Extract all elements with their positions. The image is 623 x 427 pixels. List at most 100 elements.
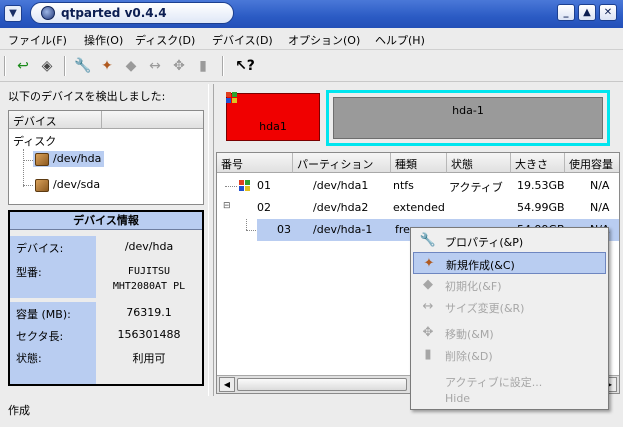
info-label: セクタ長: [10,324,96,346]
device-tree[interactable]: デバイス ディスク /dev/hda /dev/sda [8,110,204,205]
info-row: デバイス: /dev/hda [10,236,202,258]
menu-item-hide[interactable]: Hide [413,388,606,410]
toolbar: ↩ ◈ 🔧 ✦ ◆ ↔ ✥ ▮ ↖? [0,50,623,82]
info-row: 容量 (MB): 76319.1 [10,302,202,324]
menu-item-delete[interactable]: ▮ 削除(&D) [413,344,606,366]
menu-device[interactable]: デバイス(D) [212,32,273,48]
menu-item-format[interactable]: ◆ 初期化(&F) [413,274,606,296]
window-menu-button[interactable]: ▼ [4,5,22,22]
info-value: 利用可 [132,352,166,365]
column-header-number[interactable]: 番号 [217,153,293,173]
context-menu: 🔧 プロパティ(&P) ✦ 新規作成(&C) ◆ 初期化(&F) ↔ サイズ変更… [410,227,609,410]
partition-block-label: hda1 [259,120,287,133]
device-info-panel: デバイス情報 デバイス: /dev/hda 型番: FUJITSU MHT2080… [8,210,204,386]
tree-header: デバイス [9,111,203,129]
hard-disk-icon [35,178,49,192]
table-row[interactable]: ⊟ 02 /dev/hda2 extended 54.99GB N/A [217,197,619,219]
cell-state: アクティブ [449,181,503,194]
undo-icon[interactable]: ↩ [12,55,34,77]
close-button[interactable]: ✕ [599,4,617,21]
toolbar-separator [64,56,66,76]
eraser-icon[interactable]: ◆ [120,55,142,77]
info-label: 容量 (MB): [10,302,96,324]
hard-disk-icon [35,152,49,166]
scroll-left-button[interactable]: ◀ [219,377,235,392]
cell-number: 02 [257,201,271,214]
column-header-partition[interactable]: パーティション [293,153,391,173]
cell-number: 03 [277,223,291,236]
new-partition-icon[interactable]: ✦ [96,55,118,77]
column-header-state[interactable]: 状態 [447,153,511,173]
tree-root-disk[interactable]: ディスク [13,133,56,149]
device-info-title: デバイス情報 [10,212,202,230]
maximize-button[interactable]: ▲ [578,4,596,21]
menu-operations[interactable]: 操作(O) [84,32,123,48]
move-icon: ✥ [422,325,434,340]
title-bar: ▼ qtparted v0.4.4 _ ▲ ✕ [0,0,623,28]
windows-logo-icon [226,92,238,104]
title-pill: qtparted v0.4.4 [30,2,234,24]
menu-file[interactable]: ファイル(F) [8,32,67,48]
cell-used: N/A [590,179,610,192]
cell-size: 54.99GB [517,201,565,214]
partition-block-hda1[interactable]: hda1 [226,93,320,141]
extended-partition-block[interactable]: hda-1 [326,90,610,146]
menu-help[interactable]: ヘルプ(H) [375,32,425,48]
cell-size: 19.53GB [517,179,565,192]
column-header-size[interactable]: 大きさ [511,153,565,173]
cell-type: ntfs [393,179,414,192]
app-icon [41,6,55,20]
menu-bar: ファイル(F) 操作(O) ディスク(D) デバイス(D) オプション(O) ヘ… [0,28,623,50]
menu-disk[interactable]: ディスク(D) [135,32,195,48]
collapse-icon[interactable]: ⊟ [223,201,231,211]
info-value: 156301488 [117,328,181,341]
info-label: 状態: [10,346,96,368]
menu-item-properties[interactable]: 🔧 プロパティ(&P) [413,230,606,252]
toolbar-handle [4,56,6,76]
info-row: 型番: FUJITSU MHT2080AT PL [10,258,202,298]
tree-item-label: /dev/hda [53,152,102,165]
whats-this-icon[interactable]: ↖? [234,55,256,77]
cell-partition: /dev/hda-1 [313,223,373,236]
cell-number: 01 [257,179,271,192]
window-title: qtparted v0.4.4 [61,6,167,20]
tree-header-label: デバイス [13,115,57,128]
cell-partition: /dev/hda1 [313,179,369,192]
scrollbar-thumb[interactable] [237,378,407,391]
trash-icon[interactable]: ▮ [192,55,214,77]
tree-item-sda[interactable]: /dev/sda [33,177,103,193]
cell-type: extended [393,201,445,214]
partition-block-label: hda-1 [452,104,484,117]
menu-item-move[interactable]: ✥ 移動(&M) [413,322,606,344]
table-row[interactable]: 01 /dev/hda1 ntfs アクティブ 19.53GB N/A [217,175,619,197]
cell-used: N/A [590,201,610,214]
devices-caption: 以下のデバイスを検出しました: [8,90,166,103]
wrench-icon: 🔧 [419,233,437,248]
panel-splitter[interactable] [208,84,214,396]
toolbar-separator [222,56,224,76]
column-header-used[interactable]: 使用容量 [565,153,619,173]
new-partition-icon: ✦ [423,256,435,271]
partition-block-free[interactable]: hda-1 [333,97,603,139]
cell-partition: /dev/hda2 [313,201,369,214]
minimize-button[interactable]: _ [557,4,575,21]
commit-icon[interactable]: ◈ [36,55,58,77]
resize-icon[interactable]: ↔ [144,55,166,77]
column-header-type[interactable]: 種類 [391,153,447,173]
trash-icon: ▮ [424,347,432,362]
eraser-icon: ◆ [423,277,433,292]
info-label: デバイス: [10,236,96,258]
info-value: 76319.1 [126,306,172,319]
tree-item-hda[interactable]: /dev/hda [33,151,105,167]
info-value: /dev/hda [124,240,174,253]
windows-logo-icon [239,180,251,192]
wrench-icon[interactable]: 🔧 [72,55,94,77]
info-label: 型番: [10,258,96,298]
menu-item-resize[interactable]: ↔ サイズ変更(&R) [413,296,606,318]
tree-item-label: /dev/sda [53,178,101,191]
move-icon[interactable]: ✥ [168,55,190,77]
menu-item-create[interactable]: ✦ 新規作成(&C) [413,252,606,274]
resize-icon: ↔ [422,299,434,314]
status-bar-text: 作成 [8,404,30,417]
menu-options[interactable]: オプション(O) [288,32,360,48]
